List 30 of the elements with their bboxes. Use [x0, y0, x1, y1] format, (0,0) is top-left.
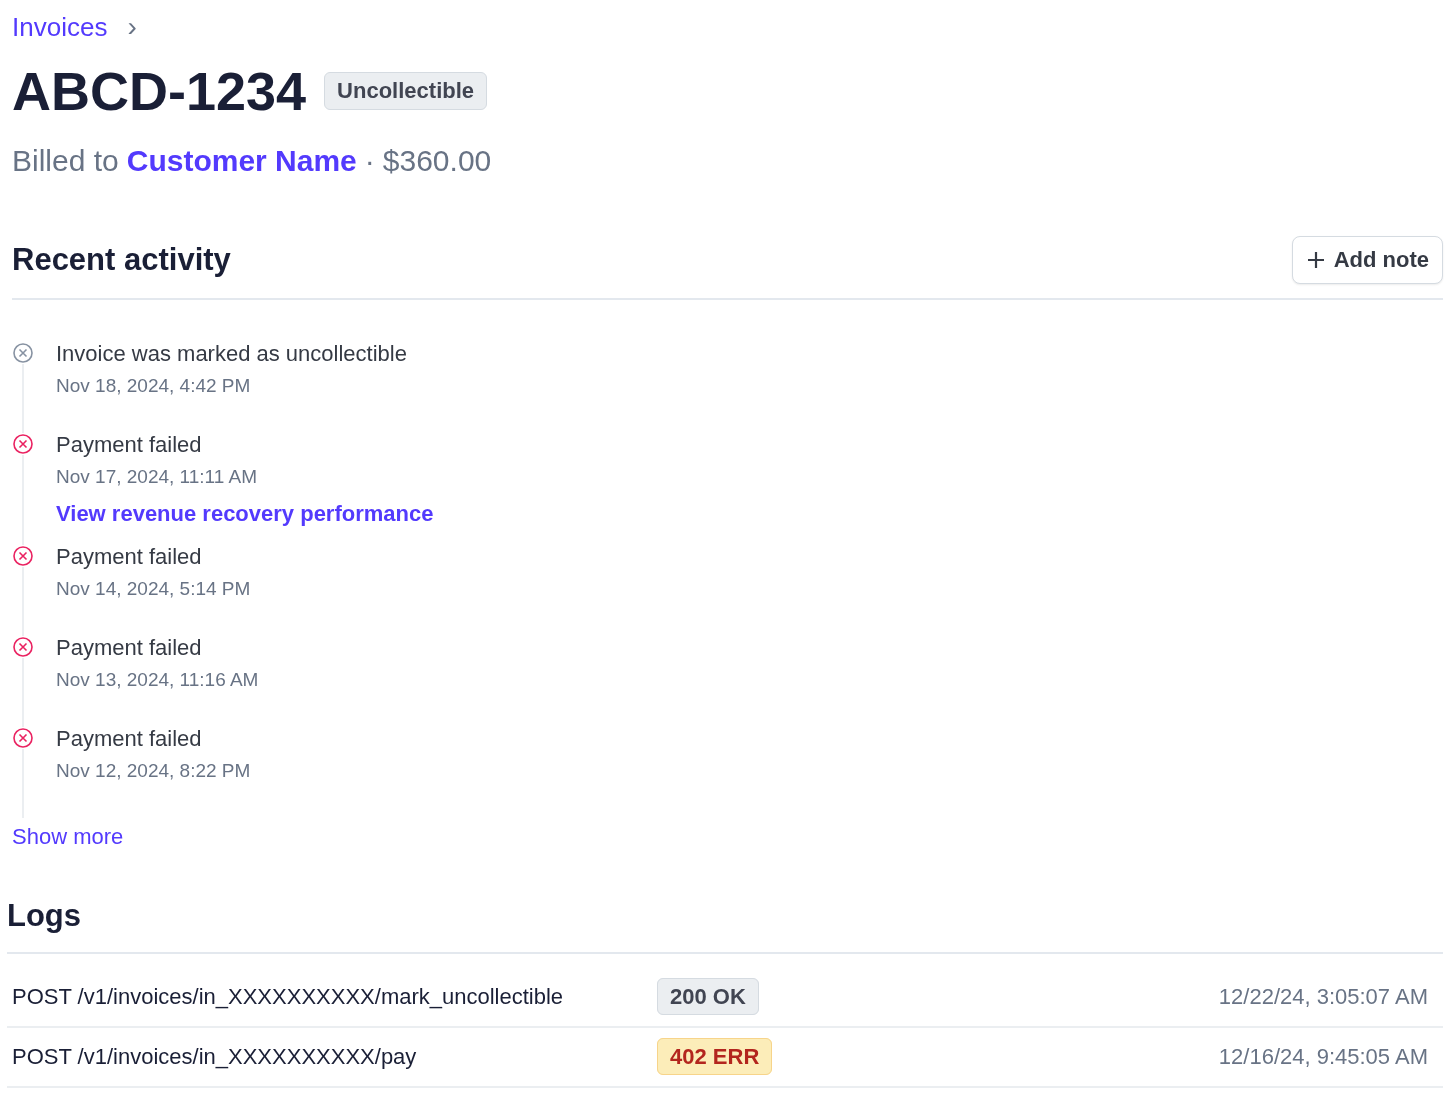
- event-time: Nov 12, 2024, 8:22 PM: [56, 760, 251, 782]
- section-title: Logs: [7, 898, 82, 934]
- event-title: Payment failed: [56, 727, 203, 751]
- log-time: 12/22/24, 3:05:07 AM: [1218, 984, 1428, 1010]
- billed-to-label: Billed to: [12, 144, 119, 178]
- event-title: Invoice was marked as uncollectible: [56, 342, 407, 366]
- status-badge: 402 ERR: [657, 1038, 773, 1075]
- log-time: 12/16/24, 9:45:05 AM: [1218, 1044, 1428, 1070]
- log-request: POST /v1/invoices/in_XXXXXXXXXX/pay: [12, 1044, 418, 1070]
- customer-link[interactable]: Customer Name: [126, 144, 357, 178]
- plus-icon: [1305, 250, 1326, 270]
- event-title: Payment failed: [56, 636, 203, 660]
- event-title: Payment failed: [56, 545, 203, 569]
- show-more-link[interactable]: Show more: [12, 824, 124, 850]
- event-time: Nov 18, 2024, 4:42 PM: [56, 375, 252, 397]
- event-title: Payment failed: [56, 433, 203, 457]
- add-note-button[interactable]: Add note: [1291, 236, 1443, 284]
- breadcrumb-link[interactable]: Invoices: [12, 11, 108, 43]
- breadcrumb-separator: ›: [127, 11, 137, 43]
- status-badge: 200 OK: [657, 978, 759, 1015]
- event-time: Nov 14, 2024, 5:14 PM: [56, 578, 251, 600]
- log-request: POST /v1/invoices/in_XXXXXXXXXX/mark_uncollectible: [12, 984, 565, 1010]
- separator-dot: ·: [364, 144, 375, 178]
- invoice-amount: $360.00: [382, 144, 492, 178]
- invoice-title: ABCD-1234: [12, 60, 307, 122]
- status-badge: Uncollectible: [324, 72, 488, 110]
- revenue-recovery-link[interactable]: View revenue recovery performance: [56, 501, 434, 527]
- event-time: Nov 17, 2024, 11:11 AM: [56, 466, 259, 488]
- event-time: Nov 13, 2024, 11:16 AM: [56, 669, 259, 691]
- section-title: Recent activity: [12, 242, 231, 278]
